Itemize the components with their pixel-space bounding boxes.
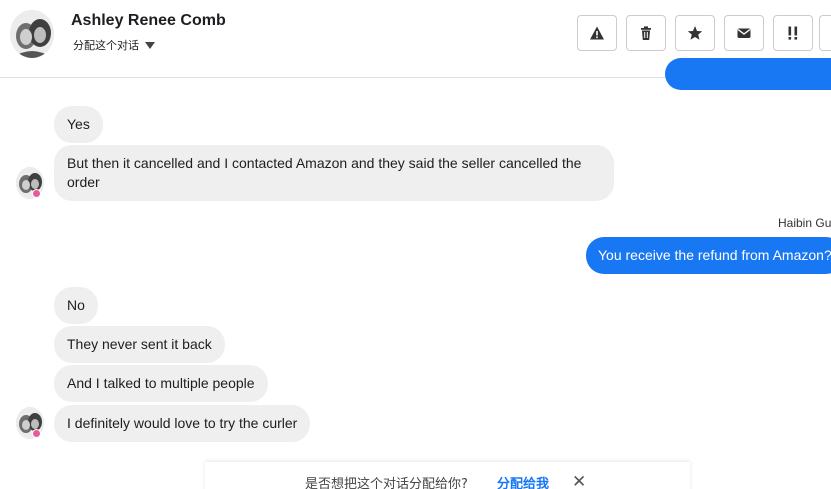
close-icon[interactable]: ✕ bbox=[572, 472, 586, 489]
contact-name[interactable]: Ashley Renee Comb bbox=[71, 12, 226, 30]
spam-icon bbox=[788, 26, 798, 40]
report-button[interactable] bbox=[577, 15, 617, 51]
assign-question: 是否想把这个对话分配给你? bbox=[305, 477, 468, 489]
star-icon bbox=[687, 26, 703, 40]
trash-icon bbox=[641, 26, 651, 40]
incoming-message: But then it cancelled and I contacted Am… bbox=[54, 145, 614, 201]
assign-prompt-bar: 是否想把这个对话分配给你? 分配给我 ✕ bbox=[205, 462, 690, 489]
incoming-message: No bbox=[54, 287, 98, 324]
outgoing-message: You receive the refund from Amazon? bbox=[586, 237, 831, 274]
warning-icon bbox=[590, 26, 604, 40]
assign-label: 分配这个对话 bbox=[73, 39, 139, 52]
incoming-message: And I talked to multiple people bbox=[54, 365, 268, 402]
delete-button[interactable] bbox=[626, 15, 666, 51]
heart-icon bbox=[32, 429, 41, 438]
incoming-message: Yes bbox=[54, 106, 103, 143]
sender-name: Haibin Gu bbox=[778, 216, 831, 230]
more-button[interactable] bbox=[819, 15, 831, 51]
assign-to-me-link[interactable]: 分配给我 bbox=[497, 473, 549, 489]
star-button[interactable] bbox=[675, 15, 715, 51]
caret-down-icon bbox=[145, 41, 155, 49]
envelope-icon bbox=[737, 28, 751, 38]
assign-conversation-dropdown[interactable]: 分配这个对话 bbox=[73, 37, 155, 53]
incoming-message: I definitely would love to try the curle… bbox=[54, 405, 311, 442]
heart-icon bbox=[32, 189, 41, 198]
contact-avatar[interactable] bbox=[10, 10, 54, 58]
incoming-message: They never sent it back bbox=[54, 326, 225, 363]
mark-unread-button[interactable] bbox=[724, 15, 764, 51]
outgoing-bubble-partial bbox=[665, 58, 831, 90]
spam-button[interactable] bbox=[773, 15, 813, 51]
toolbar bbox=[577, 15, 813, 51]
